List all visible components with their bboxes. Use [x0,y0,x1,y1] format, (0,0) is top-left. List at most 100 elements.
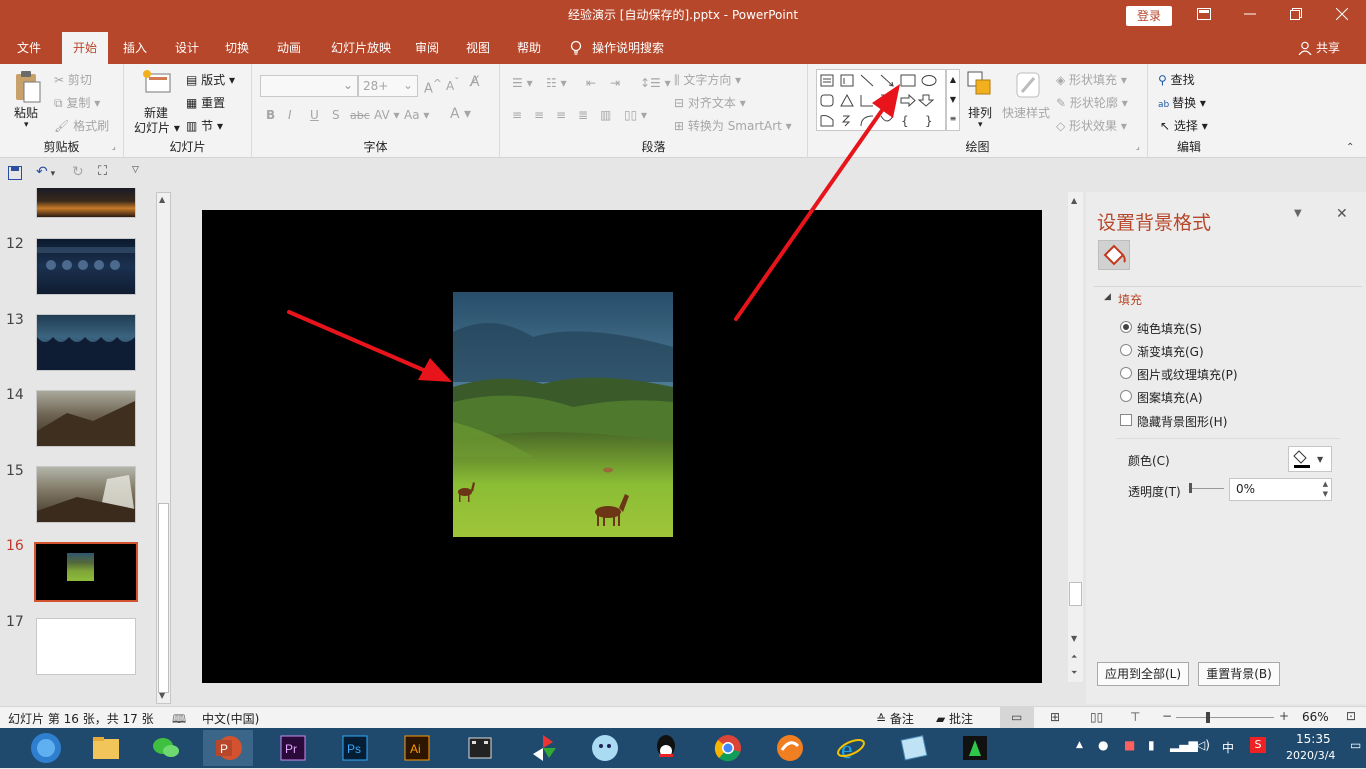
underline-icon[interactable]: U [310,108,319,122]
radio-pattern-fill[interactable] [1120,390,1132,402]
cartoon-app-icon[interactable] [580,730,630,766]
paste-icon[interactable] [12,70,42,107]
next-slide-icon[interactable]: ⏷ [1071,668,1077,678]
slide-thumbnail-14[interactable] [36,390,136,447]
notification-icon[interactable]: ▭ [1350,738,1361,752]
slide-thumbnail-16-selected[interactable] [34,542,138,602]
strikethrough-icon[interactable]: abc [350,109,370,122]
radio-pattern-fill-label[interactable]: 图案填充(A) [1137,389,1203,406]
ribbon-display-icon[interactable] [1181,0,1227,32]
previous-slide-icon[interactable]: ⏶ [1071,652,1077,662]
qq-icon[interactable] [641,730,691,766]
section-button[interactable]: ▥ 节 ▾ [186,117,223,134]
save-icon[interactable] [8,166,22,183]
tab-insert[interactable]: 插入 [112,32,158,64]
slider-thumb[interactable] [1189,483,1192,493]
tab-view[interactable]: 视图 [455,32,501,64]
shadow-icon[interactable]: S [332,108,340,122]
tray-qq-icon[interactable]: ● [1098,738,1108,752]
wechat-icon[interactable] [141,730,191,766]
numbering-icon[interactable]: ☷ ▾ [546,76,567,90]
change-case-icon[interactable]: Aa ▾ [404,108,429,122]
internet-explorer-icon[interactable]: e [826,730,876,766]
slide-sorter-icon[interactable]: ⊞ [1050,710,1060,724]
zoom-out-button[interactable]: − [1162,709,1172,723]
zoom-thumb[interactable] [1206,712,1210,723]
justify-icon[interactable]: ≣ [578,108,588,122]
browser-orange-icon[interactable] [765,730,815,766]
share-button[interactable]: 共享 [1316,32,1348,64]
customize-qat-icon[interactable]: ▽ [132,165,139,175]
color-picker-button[interactable]: ▼ [1288,446,1332,472]
reset-button[interactable]: ▦ 重置 [186,94,225,111]
align-left-icon[interactable]: ≡ [512,108,522,122]
align-center-icon[interactable]: ≡ [534,108,544,122]
radio-gradient-fill[interactable] [1120,344,1132,356]
radio-picture-fill-label[interactable]: 图片或纹理填充(P) [1137,366,1238,383]
decrease-indent-icon[interactable]: ⇤ [586,76,596,90]
bullets-icon[interactable]: ☰ ▾ [512,76,533,90]
slide-scrollbar[interactable]: ▲ ▼ ⏶ ⏷ [1068,192,1083,682]
zoom-level[interactable]: 66% [1302,710,1329,724]
tell-me-search[interactable]: 操作说明搜索 [592,32,672,64]
tab-transitions[interactable]: 切换 [214,32,260,64]
pane-options-icon[interactable]: ▼ [1294,208,1302,219]
redo-icon[interactable]: ↻ [72,164,84,180]
clock-time[interactable]: 15:35 [1296,732,1331,746]
radio-gradient-fill-label[interactable]: 渐变填充(G) [1137,343,1204,360]
replace-button[interactable]: ab 替换 ▾ [1158,94,1206,111]
arrange-button[interactable]: 排列 [968,104,992,121]
sogou-ime-icon[interactable]: S [1250,737,1266,753]
dialog-launcher-icon[interactable]: ⌟ [1136,142,1140,151]
font-size-select[interactable]: 28+ ⌄ [358,75,418,97]
tab-file[interactable]: 文件 [6,32,52,64]
powerpoint-taskbar-icon[interactable]: P [203,730,253,766]
reading-view-icon[interactable]: ▯▯ [1090,710,1103,724]
select-button[interactable]: ↖ 选择 ▾ [1160,117,1208,134]
font-family-select[interactable]: ⌄ [260,75,358,97]
dialog-launcher-icon[interactable]: ⌟ [112,142,116,151]
thumbnails-scrollbar[interactable]: ▲ ▼ [156,192,171,704]
lightbulb-icon[interactable] [566,32,586,64]
fit-to-window-icon[interactable]: ⊡ [1346,709,1356,723]
file-explorer-icon[interactable] [81,730,131,766]
tray-battery-icon[interactable]: ▮ [1148,738,1155,752]
align-text-button[interactable]: ⊟ 对齐文本 ▾ [674,94,746,111]
radio-picture-fill[interactable] [1120,367,1132,379]
comments-button[interactable]: ▰ 批注 [936,710,973,727]
slide-thumbnail-13[interactable] [36,314,136,371]
zoom-in-button[interactable]: + [1279,709,1289,723]
paste-button[interactable]: 粘贴 [14,104,38,121]
scroll-thumb[interactable] [158,503,169,693]
spinner-icon[interactable]: ▲ ▼ [1323,479,1328,499]
video-editor-icon[interactable] [455,730,505,766]
zoom-slider[interactable] [1176,717,1274,718]
chevron-up-icon[interactable]: ▲ [1071,196,1077,205]
transparency-slider[interactable] [1190,488,1224,489]
tab-help[interactable]: 帮助 [506,32,552,64]
undo-icon[interactable]: ↶ ▾ [36,164,55,180]
paste-dropdown-icon[interactable]: ▾ [24,120,29,130]
find-button[interactable]: ⚲ 查找 [1158,71,1195,88]
cut-button[interactable]: ✂ 剪切 [54,71,92,88]
new-slide-button[interactable]: 幻灯片 ▾ [134,119,180,136]
tray-security-icon[interactable]: ■ [1124,738,1135,752]
tray-volume-icon[interactable]: ◁) [1196,738,1210,752]
slide-thumbnail-17[interactable] [36,618,136,675]
distributed-icon[interactable]: ▥ [600,108,611,122]
align-right-icon[interactable]: ≡ [556,108,566,122]
notepad-app-icon[interactable] [888,730,938,766]
login-button[interactable]: 登录 [1126,6,1172,26]
tab-animations[interactable]: 动画 [266,32,312,64]
copy-button[interactable]: ⧉ 复制 ▾ [54,94,100,111]
pinwheel-app-icon[interactable] [518,730,568,766]
share-person-icon[interactable] [1296,32,1314,64]
slideshow-icon[interactable]: ⛶ [98,164,107,179]
collapse-section-icon[interactable]: ◢ [1104,292,1111,302]
bold-icon[interactable]: B [266,108,275,122]
language-indicator[interactable]: 中文(中国) [202,710,259,727]
close-icon[interactable]: ✕ [1336,206,1348,222]
green-app-icon[interactable] [950,730,1000,766]
ime-indicator[interactable]: 中 [1222,739,1234,756]
clock-date[interactable]: 2020/3/4 [1286,749,1335,762]
